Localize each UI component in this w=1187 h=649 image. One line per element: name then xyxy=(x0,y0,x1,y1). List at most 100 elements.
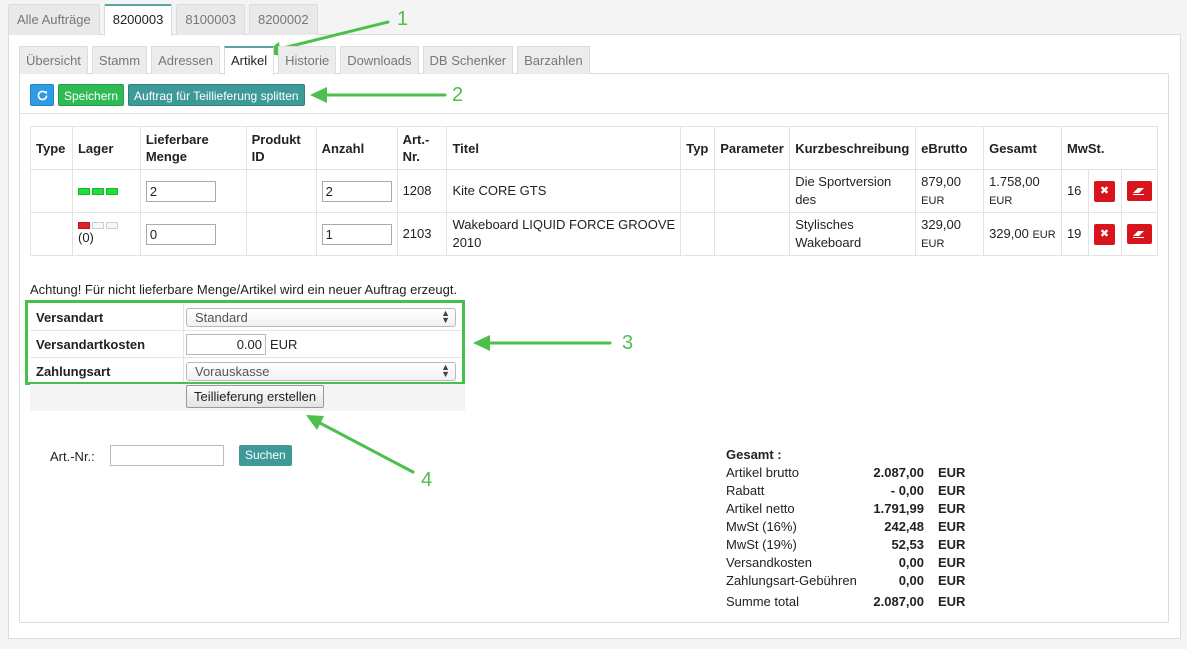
col-art-nr: Art.-Nr. xyxy=(396,126,448,170)
annotation-label-2: 2 xyxy=(452,84,464,106)
cell-kurzbeschreibung: Stylisches Wakeboard xyxy=(789,212,917,256)
cell-titel: Kite CORE GTS xyxy=(446,169,682,213)
search-button[interactable]: Suchen xyxy=(239,445,292,466)
tab-artikel[interactable]: Artikel xyxy=(224,46,275,75)
table-header-row: Type Lager Lieferbare Menge Produkt ID A… xyxy=(30,126,1159,170)
save-button[interactable]: Speichern xyxy=(58,84,125,106)
tab-uebersicht[interactable]: Übersicht xyxy=(19,46,88,74)
table-row: 1208 Kite CORE GTS Die Sportversion des … xyxy=(30,169,1159,213)
totals-row: MwSt (19%) 52,53 EUR xyxy=(726,537,966,552)
tab-db-schenker[interactable]: DB Schenker xyxy=(422,46,514,74)
totals-row: MwSt (16%) 242,48 EUR xyxy=(726,519,966,534)
eraser-icon xyxy=(1133,188,1145,195)
anzahl-input[interactable] xyxy=(321,180,392,202)
cell-art-nr: 1208 xyxy=(396,169,448,213)
cell-parameter xyxy=(714,169,791,213)
cell-anzahl xyxy=(315,212,398,256)
cell-kurzbeschreibung: Die Sportversion des xyxy=(789,169,917,213)
cell-gesamt: 329,00 EUR xyxy=(983,212,1062,256)
col-kurzbeschreibung: Kurzbeschreibung xyxy=(789,126,917,170)
eraser-icon xyxy=(1133,231,1145,238)
totals-row: Artikel brutto 2.087,00 EUR xyxy=(726,465,966,480)
anzahl-input[interactable] xyxy=(321,223,392,245)
totals-summary: Gesamt : Artikel brutto 2.087,00 EUR Rabat… xyxy=(726,447,986,611)
totals-row-sum: Summe total 2.087,00 EUR xyxy=(726,594,966,609)
gesamt-currency: EUR xyxy=(989,194,1013,207)
col-gesamt: Gesamt xyxy=(983,126,1062,170)
refresh-icon xyxy=(37,90,47,100)
col-titel: Titel xyxy=(446,126,682,170)
cell-lieferbar xyxy=(139,169,247,213)
cell-lieferbar xyxy=(139,212,247,256)
ebrutto-value: 879,00 xyxy=(921,173,961,189)
lieferbare-menge-input[interactable] xyxy=(145,223,216,245)
refresh-button[interactable] xyxy=(30,84,54,106)
cell-delete: ✖ xyxy=(1087,169,1122,213)
cell-anzahl xyxy=(315,169,398,213)
col-produkt-id: Produkt ID xyxy=(245,126,317,170)
items-table: Type Lager Lieferbare Menge Produkt ID A… xyxy=(30,126,1159,256)
totals-heading: Gesamt : xyxy=(726,447,782,462)
gesamt-currency: EUR xyxy=(1032,228,1056,241)
cell-type xyxy=(30,212,73,256)
gesamt-value: 329,00 xyxy=(989,225,1029,241)
cell-mwst: 16 xyxy=(1060,169,1089,213)
col-type: Type xyxy=(30,126,73,170)
cell-typ xyxy=(680,212,716,256)
split-order-button[interactable]: Auftrag für Teillieferung splitten xyxy=(128,84,305,106)
gesamt-value: 1.758,00 xyxy=(989,173,1040,189)
delete-row-button[interactable]: ✖ xyxy=(1093,223,1115,245)
col-typ: Typ xyxy=(680,126,716,170)
stock-indicator xyxy=(77,221,135,229)
cell-titel: Wakeboard LIQUID FORCE GROOVE 2010 xyxy=(446,212,682,256)
cell-delete: ✖ xyxy=(1087,212,1122,256)
cell-produkt-id xyxy=(245,169,317,213)
split-notice: Achtung! Für nicht lieferbare Menge/Arti… xyxy=(30,282,458,297)
annotation-label-4: 4 xyxy=(421,469,433,491)
toolbar: Speichern Auftrag für Teillieferung spli… xyxy=(30,84,305,106)
lieferbare-menge-input[interactable] xyxy=(145,180,216,202)
ebrutto-currency: EUR xyxy=(921,237,945,250)
annotation-label-3: 3 xyxy=(622,332,634,354)
tab-stamm[interactable]: Stamm xyxy=(91,46,148,74)
stock-count: (0) xyxy=(77,229,94,245)
tab-alle-auftraege[interactable]: Alle Aufträge xyxy=(8,4,100,35)
tab-order-8200003[interactable]: 8200003 xyxy=(103,4,173,36)
delete-row-button[interactable]: ✖ xyxy=(1093,180,1115,202)
tab-order-8200002[interactable]: 8200002 xyxy=(248,4,318,35)
col-parameter: Parameter xyxy=(714,126,791,170)
create-partial-delivery-button[interactable]: Teillieferung erstellen xyxy=(186,385,325,408)
cell-erase xyxy=(1120,212,1159,256)
cell-parameter xyxy=(714,212,791,256)
tab-barzahlen[interactable]: Barzahlen xyxy=(517,46,590,74)
col-ebrutto: eBrutto xyxy=(915,126,985,170)
close-icon: ✖ xyxy=(1099,185,1110,197)
cell-mwst: 19 xyxy=(1060,212,1089,256)
cell-ebrutto: 879,00 EUR xyxy=(915,169,985,213)
col-mwst: MwSt. xyxy=(1060,126,1159,170)
tab-order-8100003[interactable]: 8100003 xyxy=(176,4,245,35)
erase-row-button[interactable] xyxy=(1126,181,1152,201)
art-nr-label: Art.-Nr.: xyxy=(50,449,95,464)
ebrutto-currency: EUR xyxy=(921,194,945,207)
cell-lager xyxy=(71,169,141,213)
toolbar-divider xyxy=(19,113,1169,114)
highlight-box-3 xyxy=(25,300,465,385)
cell-lager: (0) xyxy=(71,212,141,256)
order-sub-tabs: Übersicht Stamm Adressen Artikel Histori… xyxy=(19,46,594,75)
totals-row: Rabatt - 0,00 EUR xyxy=(726,483,966,498)
totals-row: Versandkosten 0,00 EUR xyxy=(726,555,966,570)
art-nr-search-input[interactable] xyxy=(110,445,224,466)
tab-adressen[interactable]: Adressen xyxy=(151,46,221,74)
tab-historie[interactable]: Historie xyxy=(278,46,337,74)
cell-gesamt: 1.758,00 EUR xyxy=(983,169,1062,213)
annotation-label-1: 1 xyxy=(397,8,409,30)
order-tabs: Alle Aufträge 8200003 8100003 8200002 xyxy=(8,4,322,36)
stock-indicator xyxy=(77,187,135,195)
erase-row-button[interactable] xyxy=(1126,224,1152,244)
cell-erase xyxy=(1120,169,1159,213)
table-row: (0) 2103 Wakeboard LIQUID FORCE GROOVE 2… xyxy=(30,212,1159,256)
cell-ebrutto: 329,00 EUR xyxy=(915,212,985,256)
cell-art-nr: 2103 xyxy=(396,212,448,256)
tab-downloads[interactable]: Downloads xyxy=(340,46,419,74)
